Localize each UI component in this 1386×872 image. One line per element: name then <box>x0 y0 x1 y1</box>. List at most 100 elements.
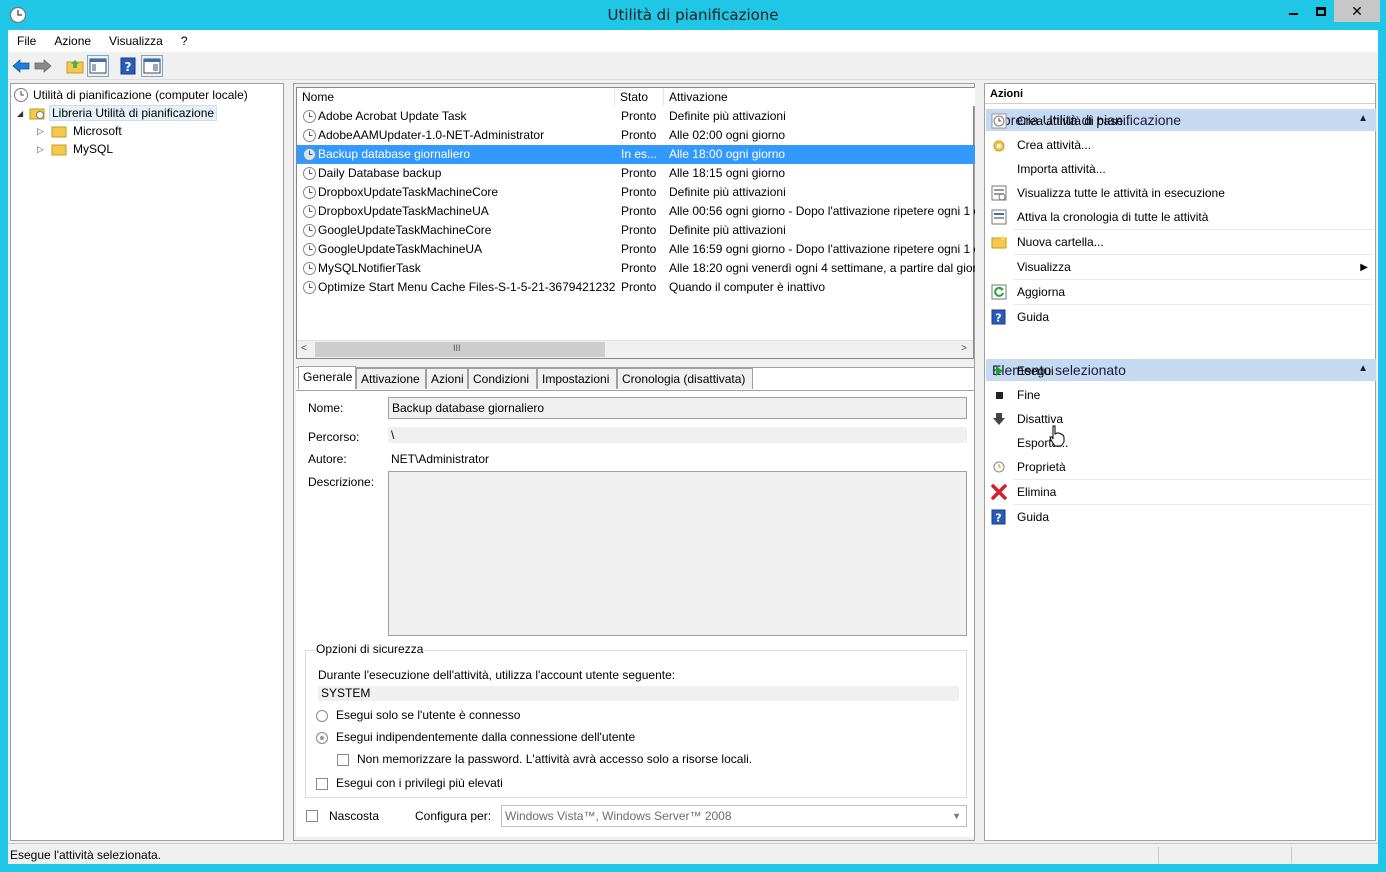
column-header-status[interactable]: Stato <box>615 88 664 106</box>
column-header-name[interactable]: Nome <box>297 88 615 106</box>
tree-folder-label: MySQL <box>73 142 114 156</box>
radio-only-logged-on[interactable] <box>316 710 328 722</box>
collapsed-arrow-icon: ▷ <box>37 125 44 136</box>
configure-select-value: Windows Vista™, Windows Server™ 2008 <box>505 809 732 823</box>
tab-generale[interactable]: Generale <box>298 366 356 389</box>
title-bar[interactable]: Utilità di pianificazione ✕ <box>0 0 1386 30</box>
column-header-trigger[interactable]: Attivazione <box>664 88 975 106</box>
table-row[interactable]: DropboxUpdateTaskMachineCore Pronto Defini… <box>297 183 975 202</box>
table-row[interactable]: Adobe Acrobat Update Task Pronto Definite … <box>297 107 975 126</box>
action-view[interactable]: Visualizza ▶ <box>986 255 1374 279</box>
tree-folder-mysql[interactable]: ▷ MySQL <box>37 140 113 158</box>
action-refresh[interactable]: Aggiorna <box>986 280 1374 304</box>
center-pane: Nome Stato Attivazione Adobe Acrobat Upd… <box>293 83 975 841</box>
task-clock-icon <box>302 109 318 125</box>
scroll-left-icon[interactable]: < <box>301 343 307 354</box>
table-row[interactable]: MySQLNotifierTask Pronto Alle 18:20 ogni v… <box>297 259 975 278</box>
tab-condizioni[interactable]: Condizioni <box>468 368 537 389</box>
table-row[interactable]: DropboxUpdateTaskMachineUA Pronto Alle 00:… <box>297 202 975 221</box>
action-enable-history[interactable]: Attiva la cronologia di tutte le attivit… <box>986 205 1374 229</box>
action-create-basic-task[interactable]: Crea attività di base... <box>986 109 1374 133</box>
svg-text:?: ? <box>125 60 132 74</box>
show-hide-actions-button[interactable] <box>141 55 163 77</box>
folder-up-icon <box>66 60 84 74</box>
checkbox-highest-privileges[interactable] <box>316 778 328 790</box>
tree-root-label: Utilità di pianificazione (computer loca… <box>33 88 248 102</box>
close-button[interactable]: ✕ <box>1334 0 1380 22</box>
toolbar: ? <box>8 52 1378 80</box>
radio-whether-logged-on[interactable] <box>316 732 328 744</box>
checkbox-highest-privileges-label: Esegui con i privilegi più elevati <box>336 776 503 790</box>
chevron-down-icon: ▼ <box>952 811 961 821</box>
table-row[interactable]: GoogleUpdateTaskMachineCore Pronto Definit… <box>297 221 975 240</box>
action-delete[interactable]: Elimina <box>986 480 1374 504</box>
tree-library[interactable]: ◢ Libreria Utilità di pianificazione <box>17 104 218 122</box>
maximize-icon <box>1315 6 1326 16</box>
task-clock-icon <box>302 185 318 201</box>
minimize-icon <box>1289 13 1298 15</box>
checkbox-hidden[interactable] <box>306 810 318 822</box>
task-clock-icon <box>302 242 318 258</box>
table-row[interactable]: AdobeAAMUpdater-1.0-NET-Administrator Pro… <box>297 126 975 145</box>
tab-azioni[interactable]: Azioni <box>426 368 468 389</box>
menu-azione[interactable]: Azione <box>45 30 100 52</box>
disable-arrow-down-icon <box>989 409 1009 429</box>
configure-label: Configura per: <box>415 809 492 823</box>
horizontal-scrollbar[interactable]: < III > <box>297 340 973 358</box>
tree-folder-label: Microsoft <box>73 124 122 138</box>
back-button[interactable] <box>10 55 32 77</box>
path-value: \ <box>388 427 967 443</box>
action-end[interactable]: Fine <box>986 383 1374 407</box>
action-display-running-tasks[interactable]: Visualizza tutte le attività in esecuzio… <box>986 181 1374 205</box>
action-label: Esegui <box>1017 364 1054 378</box>
menu-bar: File Azione Visualizza ? <box>8 30 1378 52</box>
checkbox-no-password[interactable] <box>337 754 349 766</box>
action-disable[interactable]: Disattiva <box>986 407 1374 431</box>
table-row[interactable]: Optimize Start Menu Cache Files-S-1-5-21… <box>297 278 975 297</box>
help-icon: ? <box>120 57 136 75</box>
action-create-task[interactable]: Crea attività... <box>986 133 1374 157</box>
tab-cronologia[interactable]: Cronologia (disattivata) <box>617 368 753 389</box>
menu-file[interactable]: File <box>8 30 45 52</box>
tab-impostazioni[interactable]: Impostazioni <box>537 368 617 389</box>
forward-button[interactable] <box>32 55 54 77</box>
description-label: Descrizione: <box>308 475 375 489</box>
show-hide-tree-button[interactable] <box>87 55 109 77</box>
menu-visualizza[interactable]: Visualizza <box>100 30 172 52</box>
action-label: Guida <box>1017 510 1050 524</box>
action-run[interactable]: Esegui <box>986 359 1374 383</box>
maximize-button[interactable] <box>1307 0 1334 22</box>
action-properties[interactable]: Proprietà <box>986 455 1374 479</box>
scroll-right-icon[interactable]: > <box>961 343 967 354</box>
table-row[interactable]: GoogleUpdateTaskMachineUA Pronto Alle 16:5… <box>297 240 975 259</box>
history-icon <box>989 207 1009 227</box>
action-help[interactable]: ? Guida <box>986 305 1374 329</box>
menu-help[interactable]: ? <box>172 30 197 52</box>
configure-select[interactable]: Windows Vista™, Windows Server™ 2008 ▼ <box>501 805 967 827</box>
action-label: Visualizza tutte le attività in esecuzio… <box>1017 186 1225 200</box>
action-import-task[interactable]: Importa attività... <box>986 157 1374 181</box>
help-button[interactable]: ? <box>117 55 139 77</box>
action-help-selected[interactable]: ? Guida <box>986 505 1374 529</box>
up-folder-button[interactable] <box>64 55 86 77</box>
scroll-thumb[interactable]: III <box>315 342 605 357</box>
action-label: Proprietà <box>1017 460 1066 474</box>
action-export[interactable]: Esporta... <box>986 431 1374 455</box>
tab-attivazione[interactable]: Attivazione <box>356 368 426 389</box>
action-label: Visualizza <box>1017 260 1071 274</box>
task-trigger: Alle 02:00 ogni giorno <box>669 128 786 142</box>
task-status: Pronto <box>621 261 657 275</box>
action-new-folder[interactable]: Nuova cartella... <box>986 230 1374 254</box>
account-text: Durante l'esecuzione dell'attività, util… <box>318 668 676 682</box>
table-row[interactable]: Daily Database backup Pronto Alle 18:15 og… <box>297 164 975 183</box>
author-value: NET\Administrator <box>391 452 490 466</box>
task-clock-icon <box>302 147 318 163</box>
minimize-button[interactable] <box>1280 0 1307 22</box>
description-field[interactable] <box>388 471 967 636</box>
name-field[interactable]: Backup database giornaliero <box>388 397 967 419</box>
tree-folder-microsoft[interactable]: ▷ Microsoft <box>37 122 122 140</box>
tree-root[interactable]: Utilità di pianificazione (computer loca… <box>13 86 248 104</box>
security-title: Opzioni di sicurezza <box>315 642 425 656</box>
table-row[interactable]: Backup database giornaliero In es... Alle … <box>297 145 975 164</box>
task-trigger: Alle 18:00 ogni giorno <box>669 147 786 161</box>
